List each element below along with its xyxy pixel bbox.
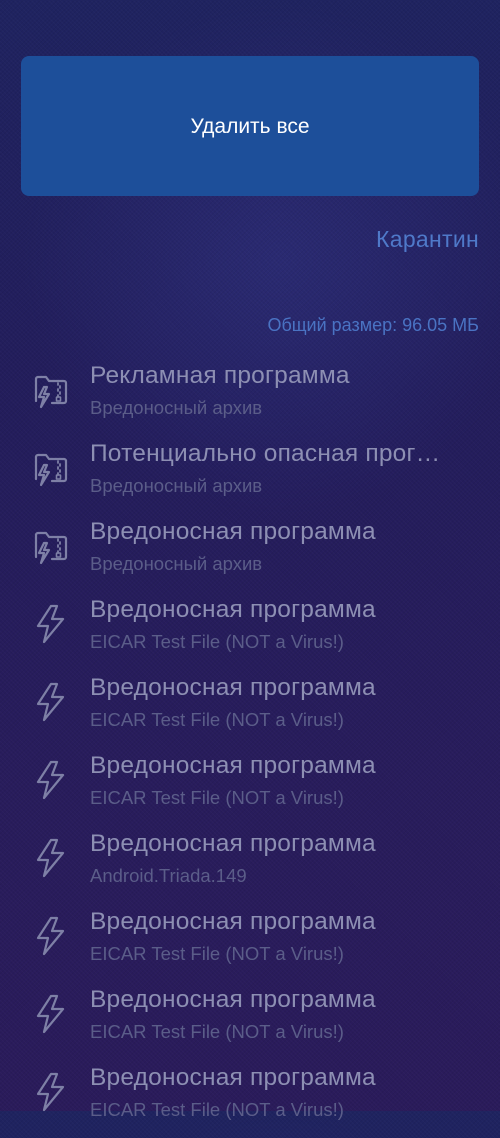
lightning-icon — [30, 679, 72, 723]
threat-title: Потенциально опасная прог… — [90, 440, 441, 467]
lightning-icon — [30, 835, 72, 879]
quarantine-link[interactable]: Карантин — [376, 226, 479, 253]
lightning-icon — [30, 1069, 72, 1113]
archive-lightning-icon — [30, 445, 72, 489]
threat-item[interactable]: Вредоносная программа EICAR Test File (NO… — [0, 670, 500, 748]
threat-subtitle: EICAR Test File (NOT a Virus!) — [90, 787, 344, 808]
threat-item[interactable]: Потенциально опасная прог… Вредоносный ар… — [0, 436, 500, 514]
threat-subtitle: Вредоносный архив — [90, 475, 263, 496]
threat-title: Вредоносная программа — [90, 1064, 376, 1091]
delete-all-label: Удалить все — [190, 115, 310, 138]
threat-title: Вредоносная программа — [90, 752, 376, 779]
lightning-icon — [30, 913, 72, 957]
threat-subtitle: Android.Triada.149 — [90, 865, 247, 886]
threat-subtitle: EICAR Test File (NOT a Virus!) — [90, 709, 344, 730]
threat-item[interactable]: Вредоносная программа EICAR Test File (NO… — [0, 904, 500, 982]
threat-item[interactable]: Вредоносная программа EICAR Test File (NO… — [0, 592, 500, 670]
total-size-label: Общий размер: 96.05 МБ — [267, 315, 479, 335]
threat-subtitle: Вредоносный архив — [90, 553, 263, 574]
threat-item[interactable]: Вредоносная программа Вредоносный архив — [0, 514, 500, 592]
threat-title: Рекламная программа — [90, 362, 350, 389]
threat-title: Вредоносная программа — [90, 986, 376, 1013]
threat-subtitle: EICAR Test File (NOT a Virus!) — [90, 943, 344, 964]
threat-subtitle: EICAR Test File (NOT a Virus!) — [90, 1099, 344, 1120]
threat-item[interactable]: Вредоносная программа EICAR Test File (NO… — [0, 1060, 500, 1138]
threat-item[interactable]: Вредоносная программа EICAR Test File (NO… — [0, 748, 500, 826]
threat-title: Вредоносная программа — [90, 596, 376, 623]
threat-item[interactable]: Вредоносная программа EICAR Test File (NO… — [0, 982, 500, 1060]
archive-lightning-icon — [30, 367, 72, 411]
threat-title: Вредоносная программа — [90, 830, 376, 857]
threat-item[interactable]: Вредоносная программа Android.Triada.149 — [0, 826, 500, 904]
threat-title: Вредоносная программа — [90, 518, 376, 545]
threat-subtitle: Вредоносный архив — [90, 397, 263, 418]
threat-title: Вредоносная программа — [90, 674, 376, 701]
threat-subtitle: EICAR Test File (NOT a Virus!) — [90, 631, 344, 652]
threat-title: Вредоносная программа — [90, 908, 376, 935]
delete-all-button[interactable]: Удалить все — [21, 56, 479, 196]
lightning-icon — [30, 601, 72, 645]
archive-lightning-icon — [30, 523, 72, 567]
threat-item[interactable]: Рекламная программа Вредоносный архив — [0, 358, 500, 436]
threat-list: Рекламная программа Вредоносный архив Поте… — [0, 358, 500, 1138]
threat-subtitle: EICAR Test File (NOT a Virus!) — [90, 1021, 344, 1042]
lightning-icon — [30, 757, 72, 801]
lightning-icon — [30, 991, 72, 1035]
